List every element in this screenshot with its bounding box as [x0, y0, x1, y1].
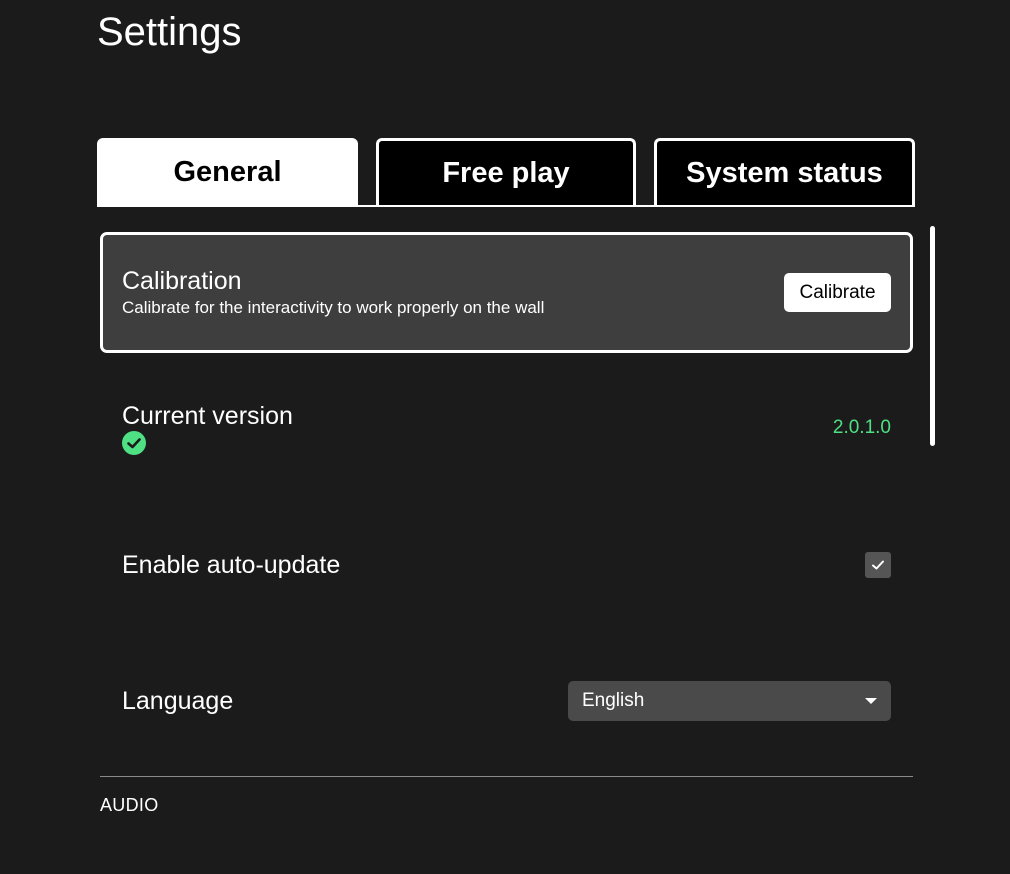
tab-general[interactable]: General	[97, 138, 358, 206]
tab-label: General	[173, 155, 282, 188]
tab-system-status[interactable]: System status	[654, 138, 915, 206]
tab-bar: General Free play System status	[97, 138, 915, 206]
calibrate-button[interactable]: Calibrate	[784, 273, 891, 312]
calibration-title: Calibration	[122, 267, 242, 295]
tab-label: System status	[686, 157, 883, 189]
language-selected-value: English	[582, 690, 645, 711]
calibration-row: Calibration Calibrate for the interactiv…	[100, 232, 913, 353]
language-title: Language	[122, 687, 234, 715]
settings-list: Calibration Calibrate for the interactiv…	[100, 232, 913, 752]
caret-down-icon	[865, 698, 877, 704]
current-version-value: 2.0.1.0	[832, 417, 891, 438]
tab-free-play[interactable]: Free play	[376, 138, 636, 206]
tab-divider	[97, 205, 915, 207]
calibration-description: Calibrate for the interactivity to work …	[122, 298, 545, 317]
auto-update-title: Enable auto-update	[122, 551, 341, 579]
section-divider	[100, 776, 913, 777]
checkmark-icon	[872, 560, 884, 570]
tab-label: Free play	[442, 157, 570, 189]
audio-section-heading: AUDIO	[100, 795, 159, 815]
page-title: Settings	[97, 10, 242, 54]
scrollbar-thumb[interactable]	[930, 226, 935, 446]
check-circle-icon	[122, 431, 146, 455]
current-version-title: Current version	[122, 402, 293, 430]
language-select[interactable]: English	[568, 681, 891, 721]
settings-page: Settings General Free play System status…	[0, 0, 1010, 874]
auto-update-checkbox[interactable]	[865, 552, 891, 578]
